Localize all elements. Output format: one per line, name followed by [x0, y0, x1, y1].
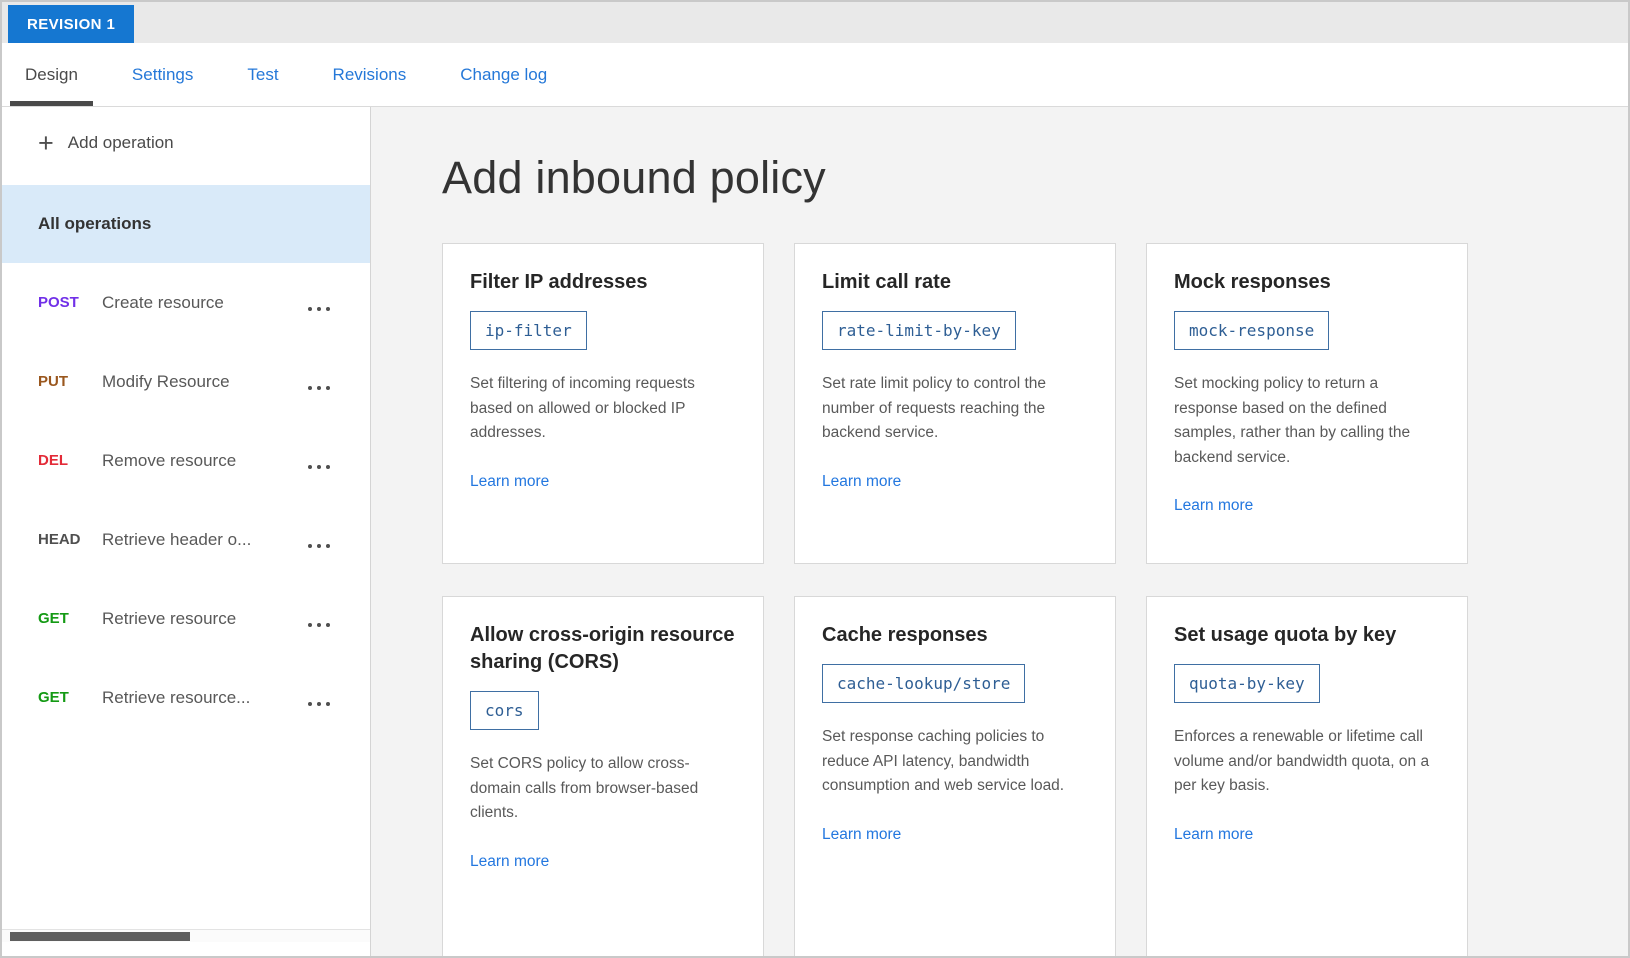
apim-design-screen: REVISION 1 Design Settings Test Revision… — [0, 0, 1630, 958]
operation-name: Retrieve resource... — [102, 688, 250, 708]
policy-card-filter-ip[interactable]: Filter IP addresses ip-filter Set filter… — [442, 243, 764, 564]
add-operation-button[interactable]: + Add operation — [2, 107, 370, 179]
policy-description: Set mocking policy to return a response … — [1174, 372, 1440, 470]
add-operation-label: Add operation — [68, 133, 174, 153]
policy-card-title: Set usage quota by key — [1174, 622, 1440, 649]
tab-revisions[interactable]: Revisions — [318, 43, 422, 106]
tab-settings[interactable]: Settings — [117, 43, 208, 106]
learn-more-link[interactable]: Learn more — [470, 473, 549, 491]
more-actions-icon[interactable] — [308, 690, 330, 706]
policy-card-title: Limit call rate — [822, 269, 1088, 296]
tab-bar: Design Settings Test Revisions Change lo… — [2, 43, 1628, 107]
sidebar-item-all-operations[interactable]: All operations — [2, 185, 370, 263]
operations-sidebar: + Add operation All operations POST Crea… — [2, 107, 371, 956]
policy-card-cache-responses[interactable]: Cache responses cache-lookup/store Set r… — [794, 596, 1116, 956]
policy-tag: quota-by-key — [1174, 664, 1320, 703]
operation-name: Modify Resource — [102, 372, 230, 392]
learn-more-link[interactable]: Learn more — [1174, 497, 1253, 515]
revision-strip: REVISION 1 — [2, 2, 1628, 43]
sidebar-item-operation[interactable]: GET Retrieve resource — [2, 579, 370, 658]
learn-more-link[interactable]: Learn more — [822, 473, 901, 491]
policy-description: Enforces a renewable or lifetime call vo… — [1174, 725, 1440, 799]
policy-description: Set CORS policy to allow cross-domain ca… — [470, 752, 736, 826]
policy-tag: cache-lookup/store — [822, 664, 1025, 703]
sidebar-item-operation[interactable]: HEAD Retrieve header o... — [2, 500, 370, 579]
scrollbar-thumb[interactable] — [10, 932, 190, 941]
method-badge: HEAD — [38, 531, 102, 548]
more-actions-icon[interactable] — [308, 295, 330, 311]
tab-test[interactable]: Test — [232, 43, 293, 106]
policy-card-mock-responses[interactable]: Mock responses mock-response Set mocking… — [1146, 243, 1468, 564]
policy-tag: rate-limit-by-key — [822, 311, 1016, 350]
more-actions-icon[interactable] — [308, 374, 330, 390]
operation-name: Create resource — [102, 293, 224, 313]
policy-description: Set rate limit policy to control the num… — [822, 372, 1088, 446]
policy-tag: mock-response — [1174, 311, 1329, 350]
content-area: + Add operation All operations POST Crea… — [2, 107, 1628, 956]
policy-tag: cors — [470, 691, 539, 730]
policy-card-grid: Filter IP addresses ip-filter Set filter… — [442, 243, 1628, 956]
learn-more-link[interactable]: Learn more — [822, 826, 901, 844]
policy-main-panel: Add inbound policy Filter IP addresses i… — [371, 107, 1628, 956]
policy-description: Set filtering of incoming requests based… — [470, 372, 736, 446]
sidebar-item-operation[interactable]: DEL Remove resource — [2, 421, 370, 500]
sidebar-horizontal-scrollbar[interactable] — [2, 929, 370, 942]
policy-description: Set response caching policies to reduce … — [822, 725, 1088, 799]
method-badge: GET — [38, 610, 102, 627]
tab-change-log[interactable]: Change log — [445, 43, 562, 106]
revision-badge: REVISION 1 — [8, 5, 134, 43]
policy-card-title: Allow cross-origin resource sharing (COR… — [470, 622, 736, 676]
learn-more-link[interactable]: Learn more — [1174, 826, 1253, 844]
operation-name: Retrieve header o... — [102, 530, 251, 550]
page-title: Add inbound policy — [442, 152, 1628, 204]
tab-design[interactable]: Design — [10, 43, 93, 106]
policy-card-title: Mock responses — [1174, 269, 1440, 296]
policy-tag: ip-filter — [470, 311, 587, 350]
more-actions-icon[interactable] — [308, 532, 330, 548]
operation-name: Remove resource — [102, 451, 236, 471]
method-badge: POST — [38, 294, 102, 311]
sidebar-item-operation[interactable]: POST Create resource — [2, 263, 370, 342]
sidebar-item-operation[interactable]: PUT Modify Resource — [2, 342, 370, 421]
policy-card-title: Cache responses — [822, 622, 1088, 649]
more-actions-icon[interactable] — [308, 611, 330, 627]
method-badge: PUT — [38, 373, 102, 390]
policy-card-limit-call-rate[interactable]: Limit call rate rate-limit-by-key Set ra… — [794, 243, 1116, 564]
more-actions-icon[interactable] — [308, 453, 330, 469]
method-badge: DEL — [38, 452, 102, 469]
policy-card-cors[interactable]: Allow cross-origin resource sharing (COR… — [442, 596, 764, 956]
method-badge: GET — [38, 689, 102, 706]
policy-card-quota-by-key[interactable]: Set usage quota by key quota-by-key Enfo… — [1146, 596, 1468, 956]
plus-icon: + — [38, 130, 54, 157]
sidebar-item-operation[interactable]: GET Retrieve resource... — [2, 658, 370, 737]
learn-more-link[interactable]: Learn more — [470, 853, 549, 871]
operation-name: Retrieve resource — [102, 609, 236, 629]
policy-card-title: Filter IP addresses — [470, 269, 736, 296]
